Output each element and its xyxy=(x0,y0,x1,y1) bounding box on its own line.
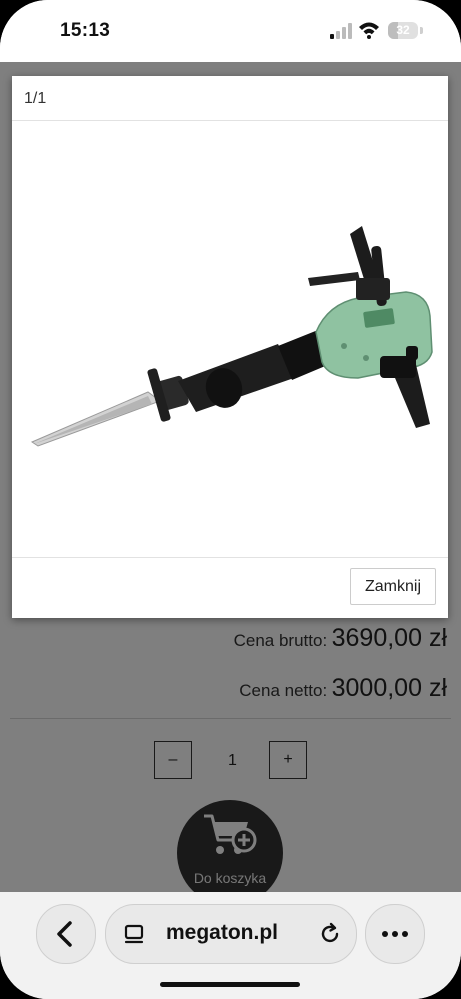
image-counter: 1/1 xyxy=(24,90,47,107)
browser-toolbar: megaton.pl xyxy=(0,892,461,999)
status-time: 15:13 xyxy=(60,20,111,41)
phone-screen: 15:13 32 Cena brutto: 3690,00 zł Cena ne… xyxy=(0,0,461,999)
more-button[interactable] xyxy=(365,904,425,964)
reload-icon[interactable] xyxy=(318,922,342,946)
tabs-icon xyxy=(124,924,144,944)
battery-tip xyxy=(420,27,423,34)
more-icon xyxy=(382,931,408,937)
back-button[interactable] xyxy=(36,904,96,964)
url-text: megaton.pl xyxy=(166,921,279,944)
lightbox-header: 1/1 xyxy=(12,76,448,121)
home-indicator xyxy=(160,982,300,987)
battery-level: 32 xyxy=(396,23,410,37)
wifi-icon xyxy=(359,22,379,39)
lightbox-footer: Zamknij xyxy=(12,557,448,619)
status-bar: 15:13 32 xyxy=(0,0,461,62)
close-button[interactable]: Zamknij xyxy=(350,568,436,605)
battery-indicator: 32 xyxy=(388,22,418,39)
image-lightbox: 1/1 Zamknij xyxy=(12,76,448,618)
address-bar[interactable]: megaton.pl xyxy=(105,904,357,964)
product-image xyxy=(30,226,433,447)
signal-icon xyxy=(330,23,352,39)
back-icon xyxy=(57,921,72,947)
